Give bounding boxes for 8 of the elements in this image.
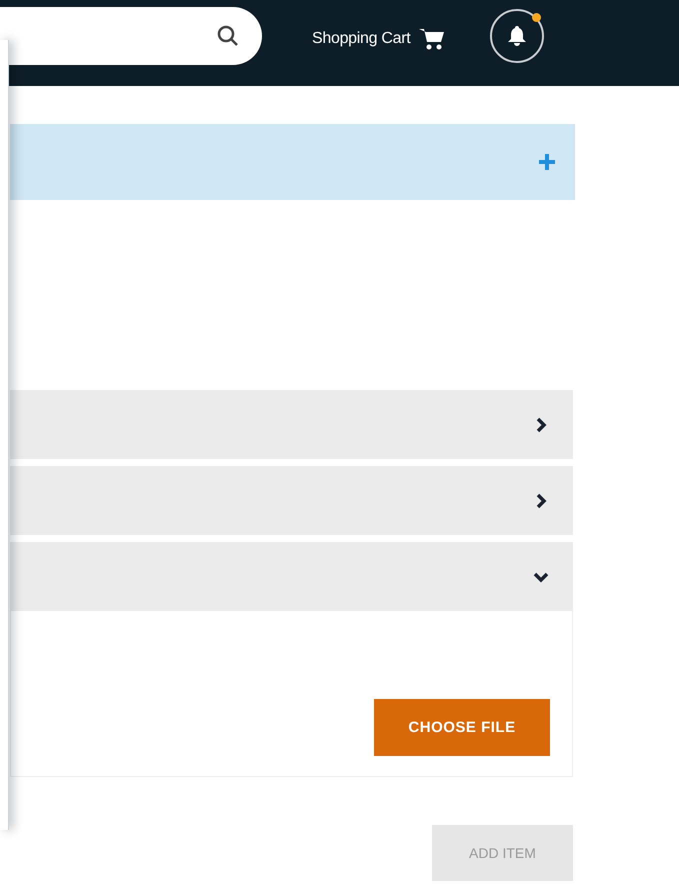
search-icon[interactable] [216,24,240,48]
cart-link[interactable]: Shopping Cart [312,30,410,48]
plus-icon[interactable] [539,154,555,170]
cart-icon[interactable] [418,27,446,51]
search-field[interactable] [0,7,262,65]
notification-button[interactable] [490,9,544,63]
choose-file-button[interactable]: CHOOSE FILE [374,699,550,756]
bell-icon [507,25,528,47]
